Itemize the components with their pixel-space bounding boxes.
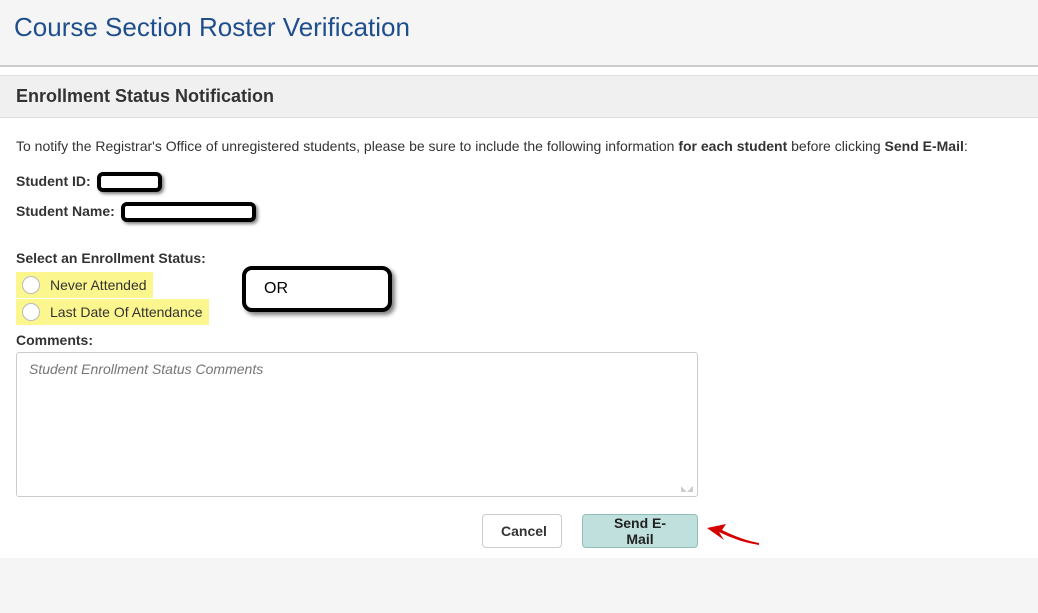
student-id-label: Student ID: [16,173,91,189]
arrow-icon [704,510,764,550]
radio-last-date[interactable]: Last Date Of Attendance [16,299,209,325]
radio-never-attended[interactable]: Never Attended [16,272,153,298]
radio-never-label: Never Attended [50,277,147,293]
panel-title: Enrollment Status Notification [16,86,1022,107]
instruction-middle: before clicking [787,138,884,154]
cancel-button[interactable]: Cancel [482,514,562,548]
enrollment-panel: Enrollment Status Notification To notify… [0,75,1038,558]
or-text: OR [264,280,288,297]
button-row: Cancel Send E-Mail [16,514,698,548]
student-name-label: Student Name: [16,203,115,219]
student-name-redaction [121,202,256,222]
instruction-text: To notify the Registrar's Office of unre… [16,138,1022,154]
radio-icon [22,276,40,294]
panel-header: Enrollment Status Notification [0,76,1038,118]
student-id-row: Student ID: [16,172,1022,192]
instruction-bold-send: Send E-Mail [885,138,964,154]
instruction-bold-each: for each student [678,138,787,154]
student-name-row: Student Name: [16,202,1022,222]
enrollment-radio-group: Never Attended Last Date Of Attendance O… [16,272,1022,326]
panel-body: To notify the Registrar's Office of unre… [0,118,1038,558]
send-email-button[interactable]: Send E-Mail [582,514,698,548]
arrow-annotation [704,510,764,550]
or-callout: OR [242,266,392,312]
enrollment-section-label: Select an Enrollment Status: [16,250,1022,266]
radio-last-label: Last Date Of Attendance [50,304,203,320]
comments-textarea[interactable] [16,352,698,497]
main-container: Enrollment Status Notification To notify… [0,65,1038,558]
page-title: Course Section Roster Verification [14,12,1024,43]
comments-label: Comments: [16,332,1022,348]
instruction-prefix: To notify the Registrar's Office of unre… [16,138,678,154]
page-header: Course Section Roster Verification [0,0,1038,65]
radio-icon [22,303,40,321]
student-id-redaction [97,172,162,192]
instruction-colon: : [964,138,968,154]
